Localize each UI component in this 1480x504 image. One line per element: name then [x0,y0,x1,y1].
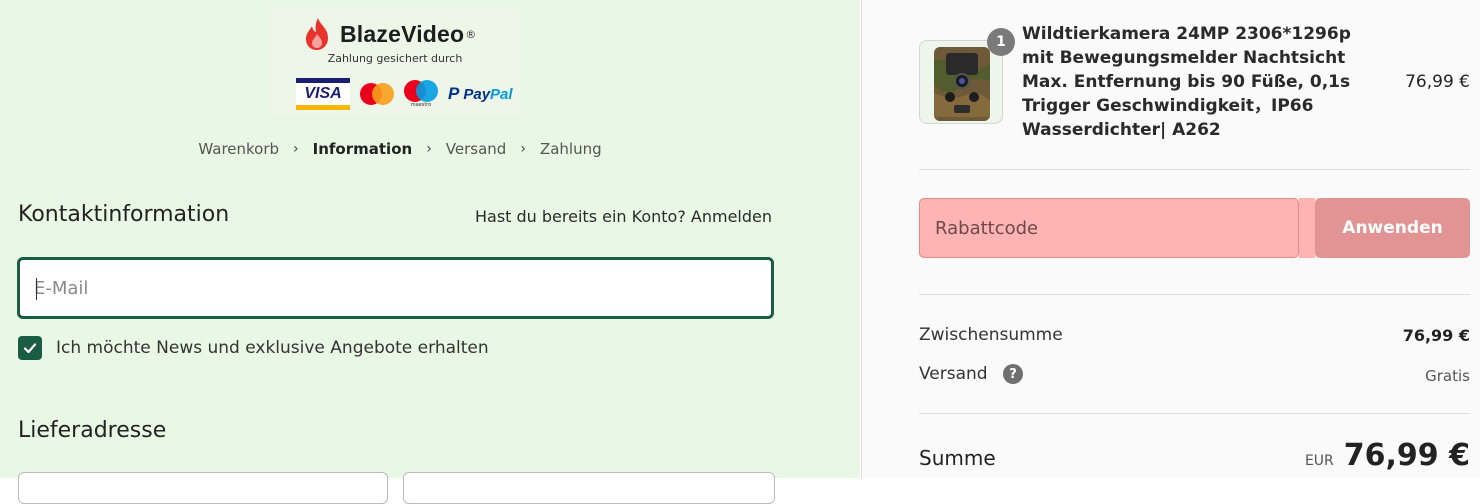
product-image [919,40,1003,124]
breadcrumb-cart[interactable]: Warenkorb [198,140,279,158]
chevron-right-icon: › [426,141,432,157]
total-price: EUR 76,99 € [1305,438,1470,473]
total-currency: EUR [1304,453,1334,469]
discount-field-highlight [1299,198,1315,258]
breadcrumb-shipping: Versand [445,140,507,158]
newsletter-checkbox[interactable] [18,336,42,360]
total-label: Summe [919,446,996,470]
contact-heading: Kontaktinformation [18,202,230,227]
shipping-row: Versand ? [919,364,1024,384]
checkout-main-panel: BlazeVideo ® Zahlung gesichert durch VIS… [0,0,860,504]
address-field-right[interactable] [403,472,775,504]
shipping-value: Gratis [1425,367,1470,385]
discount-code-input[interactable] [920,199,1298,257]
divider [919,169,1470,170]
check-icon [23,343,37,354]
quantity-badge: 1 [987,28,1015,56]
shipping-label: Versand [919,364,988,384]
email-field[interactable] [17,257,774,319]
registered-mark: ® [465,27,477,41]
order-summary-panel: 1 Wildtierkamera 24MP 2306*1296p mit Bew… [861,0,1480,478]
product-title: Wildtierkamera 24MP 2306*1296p mit Beweg… [1022,24,1351,140]
delivery-heading: Lieferadresse [18,418,167,443]
subtotal-value: 76,99 € [1402,326,1470,345]
address-field-left[interactable] [18,472,388,504]
total-amount: 76,99 € [1343,438,1470,473]
email-input[interactable] [20,260,771,316]
apply-discount-button[interactable]: Anwenden [1315,198,1470,258]
discount-code-field[interactable] [919,198,1299,258]
paypal-icon: P [448,84,460,103]
paypal-logo: P Pay Pal [448,84,513,103]
breadcrumb: Warenkorb › Information › Versand › Zahl… [0,140,800,158]
brand-logo[interactable]: BlazeVideo ® [300,16,476,52]
question-circle-icon[interactable]: ? [1003,364,1024,384]
mastercard-logo [360,83,394,105]
subtotal-label: Zwischensumme [919,325,1063,345]
flame-icon [306,18,328,50]
payment-secured-text: Zahlung gesichert durch [327,52,463,65]
breadcrumb-payment: Zahlung [539,140,602,158]
trail-camera-icon [934,47,990,121]
maestro-logo: maestro [404,80,438,108]
login-link[interactable]: Hast du bereits ein Konto? Anmelden [475,207,772,226]
visa-logo: VISA [296,78,350,110]
brand-header: BlazeVideo ® Zahlung gesichert durch VIS… [270,8,520,114]
text-caret [36,278,37,300]
divider [919,413,1470,414]
brand-name: BlazeVideo [340,20,465,47]
product-price: 76,99 € [1405,72,1470,92]
newsletter-label[interactable]: Ich möchte News und exklusive Angebote e… [56,338,489,358]
chevron-right-icon: › [520,141,526,157]
divider [919,294,1470,295]
chevron-right-icon: › [293,141,299,157]
breadcrumb-information: Information [312,140,413,158]
payment-methods: VISA maestro P Pay Pal [296,78,513,110]
newsletter-option[interactable]: Ich möchte News und exklusive Angebote e… [18,336,489,360]
